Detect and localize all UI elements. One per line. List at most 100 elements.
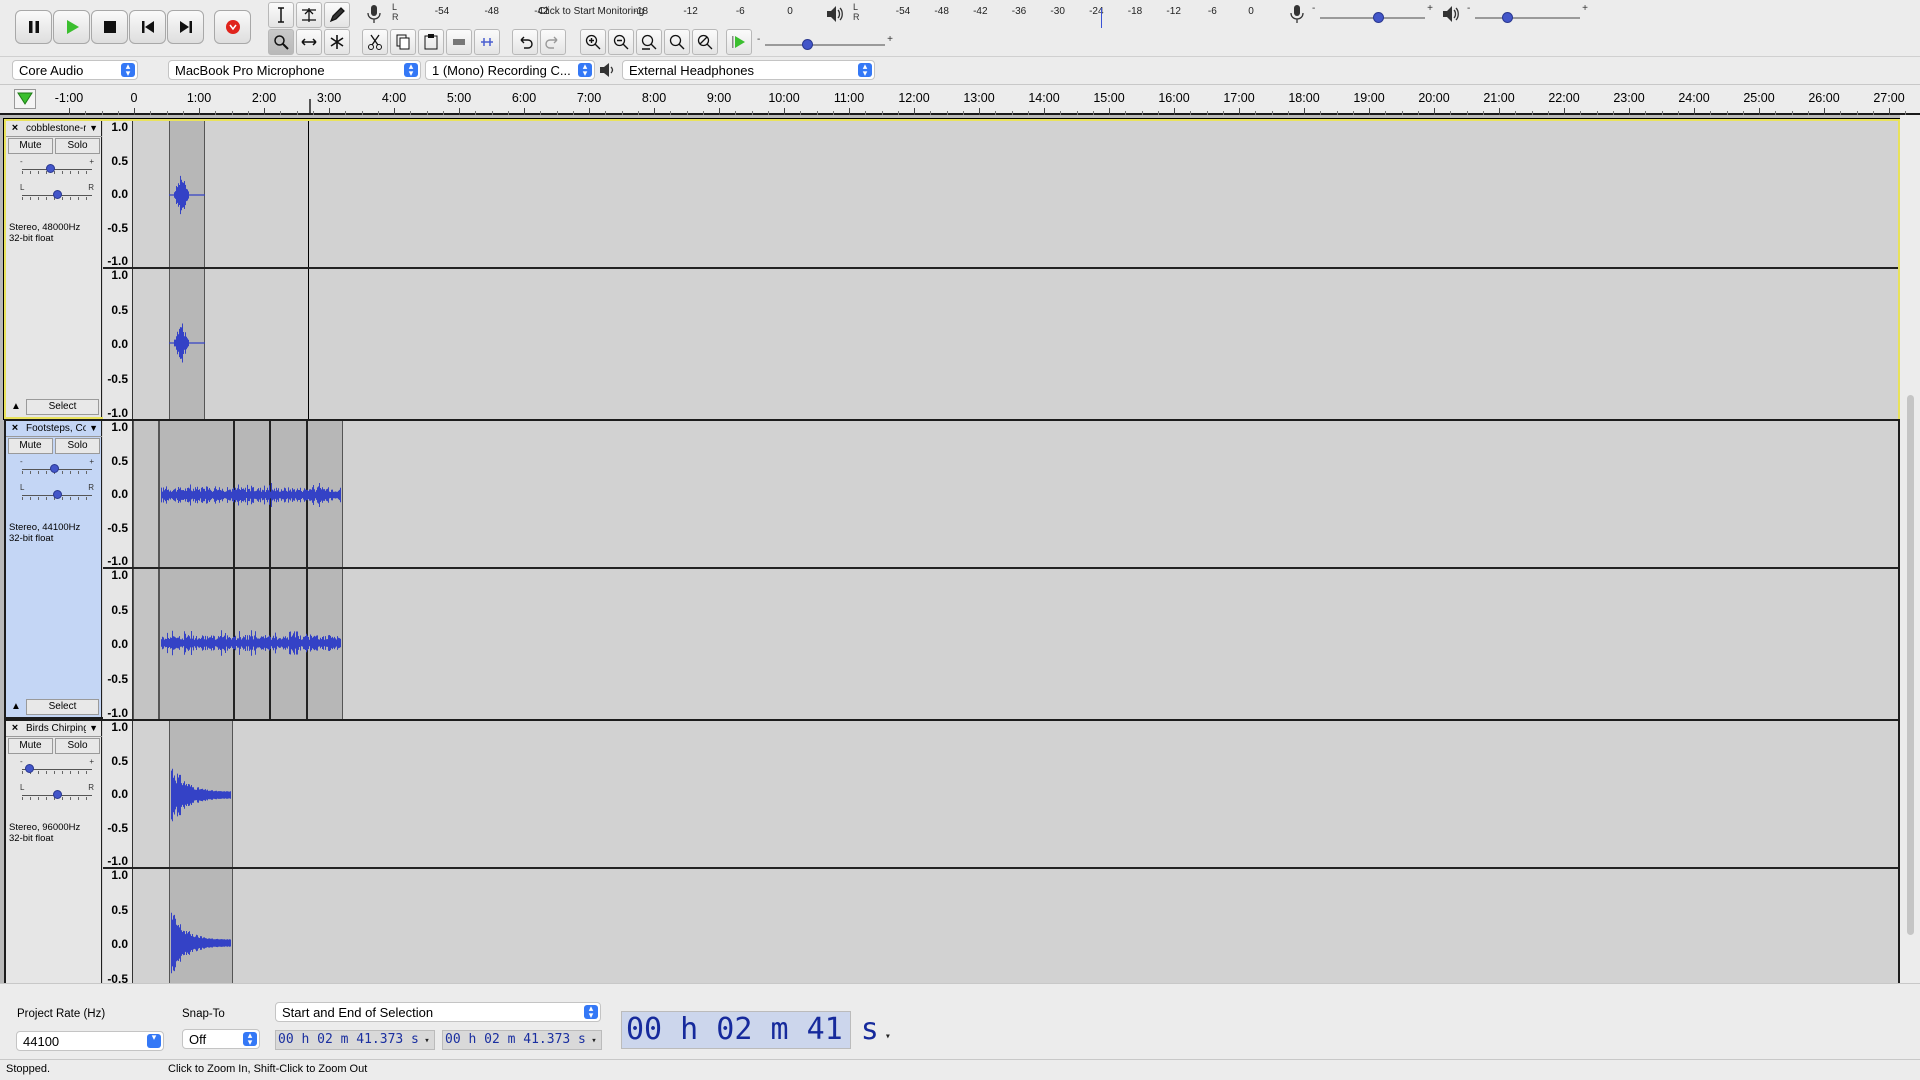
selection-mode-select[interactable]: Start and End of Selection ▴ ▾ (275, 1002, 601, 1022)
select-track-button[interactable]: Select (26, 699, 99, 715)
close-track-icon[interactable]: × (8, 421, 22, 436)
track-control-panel[interactable]: × Footsteps, Co ▼ Mute Solo - + LR Stereo… (6, 421, 102, 717)
cut-button[interactable] (362, 29, 388, 55)
track-menu-arrow-icon[interactable]: ▼ (89, 421, 98, 436)
stop-button[interactable] (91, 10, 128, 44)
microphone-icon[interactable] (365, 3, 383, 25)
track-area[interactable]: × cobblestone-r ▼ Mute Solo - + LR Stereo… (0, 115, 1900, 983)
channel-right[interactable]: 1.00.50.0-0.5-1.0 (103, 269, 1898, 419)
channel-left[interactable]: 1.0 0.5 0.0 -0.5 -1.0 (103, 721, 1898, 869)
speaker-icon[interactable] (825, 3, 845, 25)
time-format-dropdown-icon[interactable]: ▾ (879, 1031, 891, 1042)
pan-slider[interactable]: LR (16, 783, 98, 802)
zoom-out-button[interactable] (608, 29, 634, 55)
pan-knob[interactable] (53, 190, 62, 199)
envelope-tool[interactable] (296, 2, 322, 28)
playback-device-select[interactable]: External Headphones ▴ ▾ (622, 60, 875, 80)
time-shift-tool[interactable] (296, 29, 322, 55)
play-button[interactable] (53, 10, 90, 44)
channel-left[interactable]: 1.0 0.5 0.0 -0.5 -1.0 (103, 121, 1898, 269)
solo-button[interactable]: Solo (55, 138, 100, 154)
selection-tool[interactable] (268, 2, 294, 28)
pan-knob[interactable] (53, 490, 62, 499)
gain-slider[interactable]: - + (16, 757, 98, 776)
recording-volume-knob[interactable] (1372, 12, 1384, 23)
undo-button[interactable] (512, 29, 538, 55)
play-at-speed-slider[interactable]: - + (755, 34, 895, 52)
redo-button[interactable] (540, 29, 566, 55)
audio-host-select[interactable]: Core Audio ▴ ▾ (12, 60, 138, 80)
solo-button[interactable]: Solo (55, 738, 100, 754)
recording-volume-slider[interactable]: - + (1310, 3, 1435, 25)
gain-knob[interactable] (46, 164, 55, 173)
zoom-toggle-button[interactable] (692, 29, 718, 55)
skip-to-start-button[interactable] (129, 10, 166, 44)
channel-right[interactable]: 1.00.50.0-0.5-1.0 (103, 869, 1898, 983)
pan-knob[interactable] (53, 790, 62, 799)
draw-tool[interactable] (324, 2, 350, 28)
channel-left[interactable]: 1.0 0.5 0.0 -0.5 -1.0 (103, 421, 1898, 569)
track-cobblestone[interactable]: × cobblestone-r ▼ Mute Solo - + LR Stereo… (3, 118, 1900, 420)
mute-button[interactable]: Mute (8, 138, 53, 154)
track-name[interactable]: cobblestone-r (26, 121, 86, 136)
pan-slider[interactable]: LR (16, 183, 98, 202)
fit-project-button[interactable] (664, 29, 690, 55)
track-footsteps[interactable]: × Footsteps, Co ▼ Mute Solo - + LR Stereo… (4, 419, 1900, 719)
track-menu-arrow-icon[interactable]: ▼ (89, 121, 98, 136)
waveform-area[interactable] (133, 269, 1898, 419)
audio-clip[interactable] (133, 421, 159, 567)
waveform-area[interactable] (133, 869, 1898, 983)
snap-to-select[interactable]: Off ▴ ▾ (182, 1029, 260, 1049)
playback-volume-slider[interactable]: - + (1465, 3, 1590, 25)
recording-channels-select[interactable]: 1 (Mono) Recording C... ▴ ▾ (425, 60, 595, 80)
project-rate-select[interactable]: 44100 ▾ (16, 1031, 164, 1051)
vertical-scrollbar[interactable] (1900, 115, 1920, 983)
recording-device-select[interactable]: MacBook Pro Microphone ▴ ▾ (168, 60, 421, 80)
vertical-scrollbar-thumb[interactable] (1907, 395, 1914, 935)
audio-clip[interactable] (133, 569, 159, 719)
close-track-icon[interactable]: × (8, 721, 22, 736)
pan-slider[interactable]: LR (16, 483, 98, 502)
paste-button[interactable] (418, 29, 444, 55)
selection-start-time[interactable]: 00 h 02 m 41.373 s ▾ (275, 1030, 435, 1050)
zoom-in-button[interactable] (580, 29, 606, 55)
waveform-area[interactable] (133, 721, 1898, 867)
gain-knob[interactable] (49, 464, 59, 473)
zoom-tool[interactable] (268, 29, 294, 55)
trim-audio-button[interactable] (446, 29, 472, 55)
gain-slider[interactable]: - + (16, 157, 98, 176)
play-at-speed-knob[interactable] (802, 39, 813, 50)
time-format-dropdown-icon[interactable]: ▾ (586, 1036, 596, 1046)
timeline-ruler[interactable]: -1:00 0 1:00 2:00 3:00 4:00 5:00 6:00 7:00 8:00 9:… (0, 85, 1920, 115)
track-name[interactable]: Footsteps, Co (26, 421, 86, 436)
waveform-area[interactable] (133, 421, 1898, 567)
multi-tool[interactable] (324, 29, 350, 55)
record-button[interactable] (214, 10, 251, 44)
recording-meter[interactable]: L R -54 -48 -42 Click to Start Monitoring -1… (390, 2, 810, 24)
select-track-button[interactable]: Select (26, 399, 99, 415)
waveform-area[interactable] (133, 121, 1898, 267)
track-menu-arrow-icon[interactable]: ▼ (89, 721, 98, 736)
track-control-panel[interactable]: × Birds Chirping ▼ Mute Solo - + LR Stere… (6, 721, 102, 983)
selection-end-time[interactable]: 00 h 02 m 41.373 s ▾ (442, 1030, 602, 1050)
playback-meter[interactable]: L R -54 -48 -42 -36 -30 -24 -18 -12 -6 0 (851, 2, 1271, 24)
track-birds-chirping[interactable]: × Birds Chirping ▼ Mute Solo - + LR Stere… (4, 719, 1900, 983)
pause-button[interactable] (15, 10, 52, 44)
gain-slider[interactable]: - + (16, 457, 98, 476)
skip-to-end-button[interactable] (167, 10, 204, 44)
collapse-track-icon[interactable]: ▲ (8, 699, 24, 715)
playback-volume-knob[interactable] (1501, 12, 1513, 23)
track-name[interactable]: Birds Chirping (26, 721, 86, 736)
gain-knob[interactable] (25, 764, 34, 773)
track-control-panel[interactable]: × cobblestone-r ▼ Mute Solo - + LR Stereo… (6, 121, 102, 417)
play-at-speed-button[interactable] (726, 29, 752, 55)
solo-button[interactable]: Solo (55, 438, 100, 454)
time-format-dropdown-icon[interactable]: ▾ (419, 1036, 429, 1046)
fit-selection-button[interactable] (636, 29, 662, 55)
mute-button[interactable]: Mute (8, 438, 53, 454)
mute-button[interactable]: Mute (8, 738, 53, 754)
channel-right[interactable]: 1.00.50.0-0.5-1.0 (103, 569, 1898, 719)
audio-position-time[interactable]: 00 h 02 m 41 s ▾ (621, 1011, 891, 1049)
copy-button[interactable] (390, 29, 416, 55)
close-track-icon[interactable]: × (8, 121, 22, 136)
